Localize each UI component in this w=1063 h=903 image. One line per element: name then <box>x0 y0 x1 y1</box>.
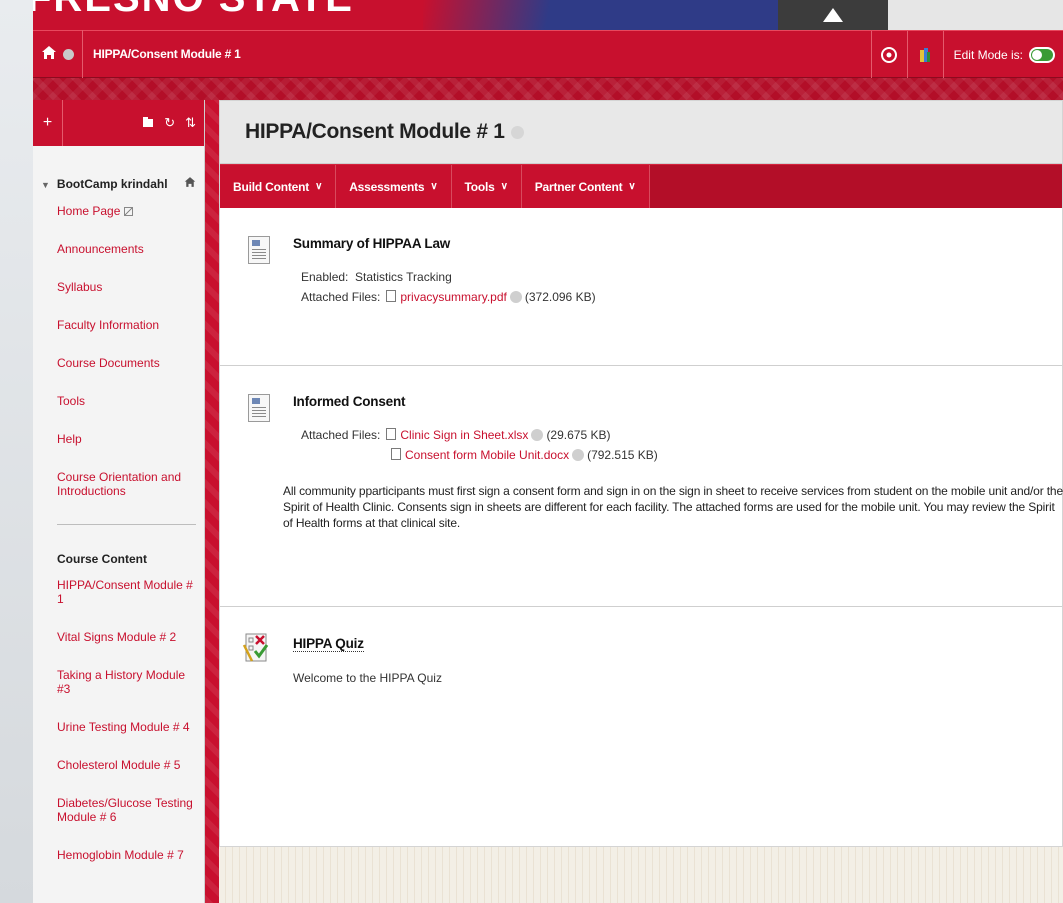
color-theme-icon[interactable] <box>906 31 943 79</box>
file-icon <box>391 448 401 460</box>
file-options-chevron-icon[interactable] <box>531 429 544 441</box>
item-meta: Attached Files: Clinic Sign in Sheet.xlsx… <box>301 428 658 462</box>
item-title[interactable]: HIPPA Quiz <box>293 636 364 652</box>
banner-letters: FRESNO STATE <box>33 0 354 21</box>
sidebar-item-home-page[interactable]: Home Page <box>57 191 196 230</box>
folder-icon[interactable] <box>142 116 154 131</box>
content-area: HIPPA/Consent Module # 1 Build Content ∨ … <box>219 100 1063 847</box>
quiz-icon <box>242 631 272 665</box>
breadcrumb[interactable]: HIPPA/Consent Module # 1 <box>83 47 251 61</box>
item-description: All community pparticipants must first s… <box>283 484 1063 530</box>
file-link[interactable]: privacysummary.pdf <box>400 290 506 304</box>
sidebar-item-module-7[interactable]: Hemoglobin Module # 7 <box>57 836 196 874</box>
action-bar: Build Content ∨ Assessments ∨ Tools ∨ Partn… <box>220 164 1062 208</box>
partner-content-button[interactable]: Partner Content ∨ <box>521 165 650 208</box>
item-title[interactable]: Informed Consent <box>293 394 1042 409</box>
sidebar-item-module-6[interactable]: Diabetes/Glucose Testing Module # 6 <box>57 784 196 836</box>
refresh-icon[interactable]: ↻ <box>164 115 175 131</box>
add-icon[interactable]: + <box>33 100 63 146</box>
file-icon <box>386 290 397 302</box>
decorative-side-strip <box>205 100 219 903</box>
edit-mode-label: Edit Mode is: <box>953 48 1023 62</box>
tools-button[interactable]: Tools ∨ <box>451 165 522 208</box>
file-icon <box>386 428 397 440</box>
home-button[interactable] <box>33 30 83 78</box>
title-options-chevron-icon[interactable] <box>510 125 524 139</box>
course-menu-toolbar: + ↻ ⇅ <box>33 100 204 146</box>
sort-icon[interactable]: ⇅ <box>185 115 196 131</box>
file-options-chevron-icon[interactable] <box>509 291 522 303</box>
file-size: (372.096 KB) <box>524 290 596 304</box>
sidebar-item-module-1[interactable]: HIPPA/Consent Module # 1 <box>57 574 196 618</box>
chevron-circle-icon[interactable] <box>63 48 74 60</box>
sidebar-item-help[interactable]: Help <box>57 420 196 458</box>
app-frame: FRESNO STATE HIPPA/Consent Module # 1 Ed… <box>33 0 1063 903</box>
sidebar-item-module-2[interactable]: Vital Signs Module # 2 <box>57 618 196 656</box>
collapse-triangle-icon[interactable]: ▼ <box>41 180 50 190</box>
home-icon <box>41 45 57 64</box>
file-link[interactable]: Consent form Mobile Unit.docx <box>405 448 569 462</box>
institution-banner: FRESNO STATE <box>33 0 1063 30</box>
course-nav-list: Home Page Announcements Syllabus Faculty… <box>33 191 204 510</box>
chevron-down-icon: ∨ <box>628 181 636 192</box>
file-size: (792.515 KB) <box>587 448 658 462</box>
document-icon <box>248 394 270 422</box>
content-item-hippa-quiz: HIPPA Quiz Welcome to the HIPPA Quiz <box>220 607 1062 797</box>
content-header: HIPPA/Consent Module # 1 <box>220 101 1062 164</box>
edit-mode-toggle[interactable]: Edit Mode is: <box>942 31 1063 79</box>
course-title-row[interactable]: ▼ BootCamp krindahl <box>33 146 204 191</box>
sidebar-item-faculty-information[interactable]: Faculty Information <box>57 306 196 344</box>
page-title: HIPPA/Consent Module # 1 <box>245 120 505 143</box>
chevron-down-icon: ∨ <box>315 181 323 192</box>
decorative-footer-pattern <box>219 847 1063 903</box>
decorative-pattern-band <box>33 78 1063 100</box>
sidebar-item-announcements[interactable]: Announcements <box>57 230 196 268</box>
content-item-hipaa-summary: Summary of HIPPAA Law Enabled: Statistic… <box>220 208 1062 366</box>
accessibility-icon[interactable] <box>870 31 907 79</box>
banner-triangle-icon <box>823 8 843 22</box>
hidden-link-icon <box>124 207 134 216</box>
chevron-down-icon: ∨ <box>500 181 508 192</box>
sidebar-item-course-orientation[interactable]: Course Orientation and Introductions <box>57 458 196 510</box>
sidebar-item-module-5[interactable]: Cholesterol Module # 5 <box>57 746 196 784</box>
item-description: Welcome to the HIPPA Quiz <box>293 671 442 685</box>
sidebar-item-module-4[interactable]: Urine Testing Module # 4 <box>57 708 196 746</box>
sidebar-item-tools[interactable]: Tools <box>57 382 196 420</box>
assessments-button[interactable]: Assessments ∨ <box>336 165 452 208</box>
chevron-down-icon: ∨ <box>430 181 438 192</box>
course-content-heading: Course Content <box>57 552 147 566</box>
edit-mode-switch[interactable] <box>1029 47 1055 63</box>
top-navigation-bar: HIPPA/Consent Module # 1 Edit Mode is: <box>33 30 1063 79</box>
item-title[interactable]: Summary of HIPPAA Law <box>293 236 1042 251</box>
course-home-icon[interactable] <box>184 176 196 191</box>
item-meta: Enabled: Statistics Tracking Attached Fi… <box>301 270 596 304</box>
file-options-chevron-icon[interactable] <box>572 449 585 461</box>
course-name: BootCamp krindahl <box>56 176 168 191</box>
sidebar-item-course-documents[interactable]: Course Documents <box>57 344 196 382</box>
sidebar-item-module-3[interactable]: Taking a History Module #3 <box>57 656 196 708</box>
enabled-value: Statistics Tracking <box>355 270 452 284</box>
course-content-list: HIPPA/Consent Module # 1 Vital Signs Mod… <box>33 574 204 874</box>
file-link[interactable]: Clinic Sign in Sheet.xlsx <box>400 428 528 442</box>
document-icon <box>248 236 270 264</box>
course-menu: + ↻ ⇅ ▼ BootCamp krindahl Home Page Annou… <box>33 100 205 903</box>
content-item-informed-consent: Informed Consent Attached Files: Clinic S… <box>220 366 1063 607</box>
build-content-button[interactable]: Build Content ∨ <box>220 165 337 208</box>
sidebar-item-syllabus[interactable]: Syllabus <box>57 268 196 306</box>
file-size: (29.675 KB) <box>546 428 611 442</box>
